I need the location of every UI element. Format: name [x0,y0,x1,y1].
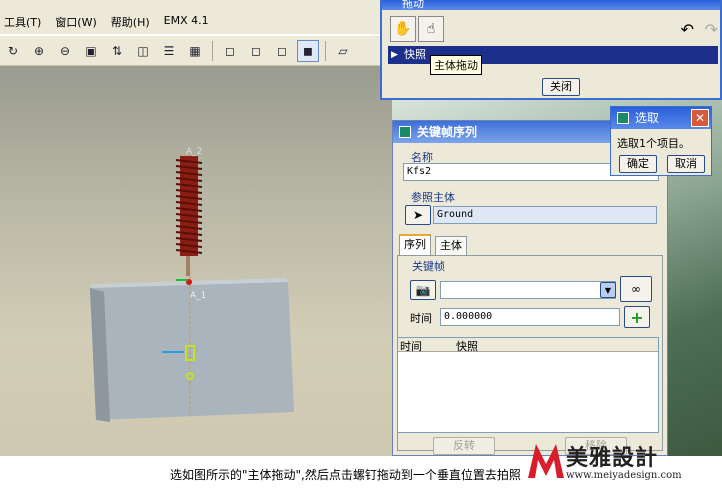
plus-icon: + [630,307,644,327]
toolbar-separator [325,40,326,61]
toolbar-separator [212,40,213,61]
ok-button[interactable]: 确定 [619,155,657,173]
saved-views-icon[interactable]: ◫ [132,40,154,62]
glasses-icon: ∞ [631,282,641,296]
brand-logo: 美雅設計 www.meiyadesign.com [526,436,722,492]
select-dialog: 选取 ✕ 选取1个项目。 确定 取消 [610,106,712,176]
model-scene: A_2 A_1 [90,147,294,422]
caption-text: 选如图所示的"主体拖动",然后点击螺钉拖动到一个垂直位置去拍照 [170,468,521,482]
datum-plane-icon[interactable]: ▱ [332,40,354,62]
menu-row: 工具(T) 窗口(W) 帮助(H) EMX 4.1 [0,14,209,32]
column-time: 时间 [400,340,422,353]
spin-icon[interactable]: ↻ [2,40,24,62]
menu-window[interactable]: 窗口(W) [55,14,96,32]
tab-body[interactable]: 主体 [435,236,467,256]
menu-emx[interactable]: EMX 4.1 [164,14,209,32]
reorient-icon[interactable]: ⇅ [106,40,128,62]
cancel-button[interactable]: 取消 [667,155,705,173]
body-drag-icon[interactable]: ☝ [418,16,444,42]
view-snapshot-button[interactable]: ∞ [620,276,652,302]
list-header: 时间 快照 [398,338,658,353]
zoom-out-icon[interactable]: ⊖ [54,40,76,62]
column-snapshot: 快照 [456,340,478,353]
select-dialog-title: 选取 [635,111,660,125]
label-a1: A_1 [190,291,206,301]
menu-help[interactable]: 帮助(H) [111,14,150,32]
close-icon[interactable]: ✕ [691,109,709,127]
tab-sequence[interactable]: 序列 [399,234,431,256]
logo-url: www.meiyadesign.com [566,470,682,481]
layers-icon[interactable]: ☰ [158,40,180,62]
drag-icon-group: ✋ ☝ [390,16,444,42]
menu-bar: 工具(T) 窗口(W) 帮助(H) EMX 4.1 [0,0,380,34]
view-toolbar: ↻ ⊕ ⊖ ▣ ⇅ ◫ ☰ ▦ ◻ ◻ ◻ ◼ ▱ [0,36,380,66]
refit-icon[interactable]: ▣ [80,40,102,62]
ref-body-label: 参照主体 [411,191,455,204]
time-field[interactable]: 0.000000 [440,308,620,326]
model-display-icon[interactable]: ▦ [184,40,206,62]
redo-icon[interactable]: ↷ [705,20,718,39]
window-icon [399,126,411,138]
select-message: 选取1个项目。 [617,137,690,150]
body-drag-tooltip: 主体拖动 [430,55,482,75]
keyframe-select[interactable] [440,281,616,299]
shading-icon[interactable]: ◼ [297,39,319,62]
undo-icon[interactable]: ↶ [681,20,694,39]
hidden-line-icon[interactable]: ◻ [245,40,267,62]
logo-mark-icon [528,444,564,478]
block-front-face [90,282,294,420]
cursor-arrow-icon: ➤ [412,208,424,222]
reverse-button[interactable]: 反转 [433,437,495,455]
time-label: 时间 [410,312,432,325]
logo-name: 美雅設計 [566,446,659,471]
no-hidden-icon[interactable]: ◻ [271,40,293,62]
select-dialog-titlebar: 选取 ✕ [611,107,711,129]
window-icon [617,112,629,124]
keyframe-label: 关键帧 [412,260,445,273]
label-a2: A_2 [186,147,202,157]
close-button[interactable]: 关闭 [542,78,580,96]
keyframe-dialog-title: 关键帧序列 [417,125,478,139]
drag-dialog-title: 拖动 [382,0,720,10]
chevron-down-icon[interactable]: ▼ [600,282,616,298]
drag-dialog: 拖动 ✋ ☝ ↶ ↷ 快照 主体拖动 关闭 [380,0,722,100]
keyframe-list[interactable]: 时间 快照 [397,337,659,433]
model-viewport[interactable]: A_2 A_1 [0,66,392,456]
menu-tools[interactable]: 工具(T) [4,14,41,32]
wireframe-icon[interactable]: ◻ [219,40,241,62]
camera-icon: 📷 [415,283,431,297]
select-arrow-button[interactable]: ➤ [405,205,431,225]
add-keyframe-button[interactable]: + [624,306,650,328]
camera-button[interactable]: 📷 [410,280,436,300]
zoom-in-icon[interactable]: ⊕ [28,40,50,62]
ref-body-field[interactable]: Ground [433,206,657,224]
point-drag-icon[interactable]: ✋ [390,16,416,42]
